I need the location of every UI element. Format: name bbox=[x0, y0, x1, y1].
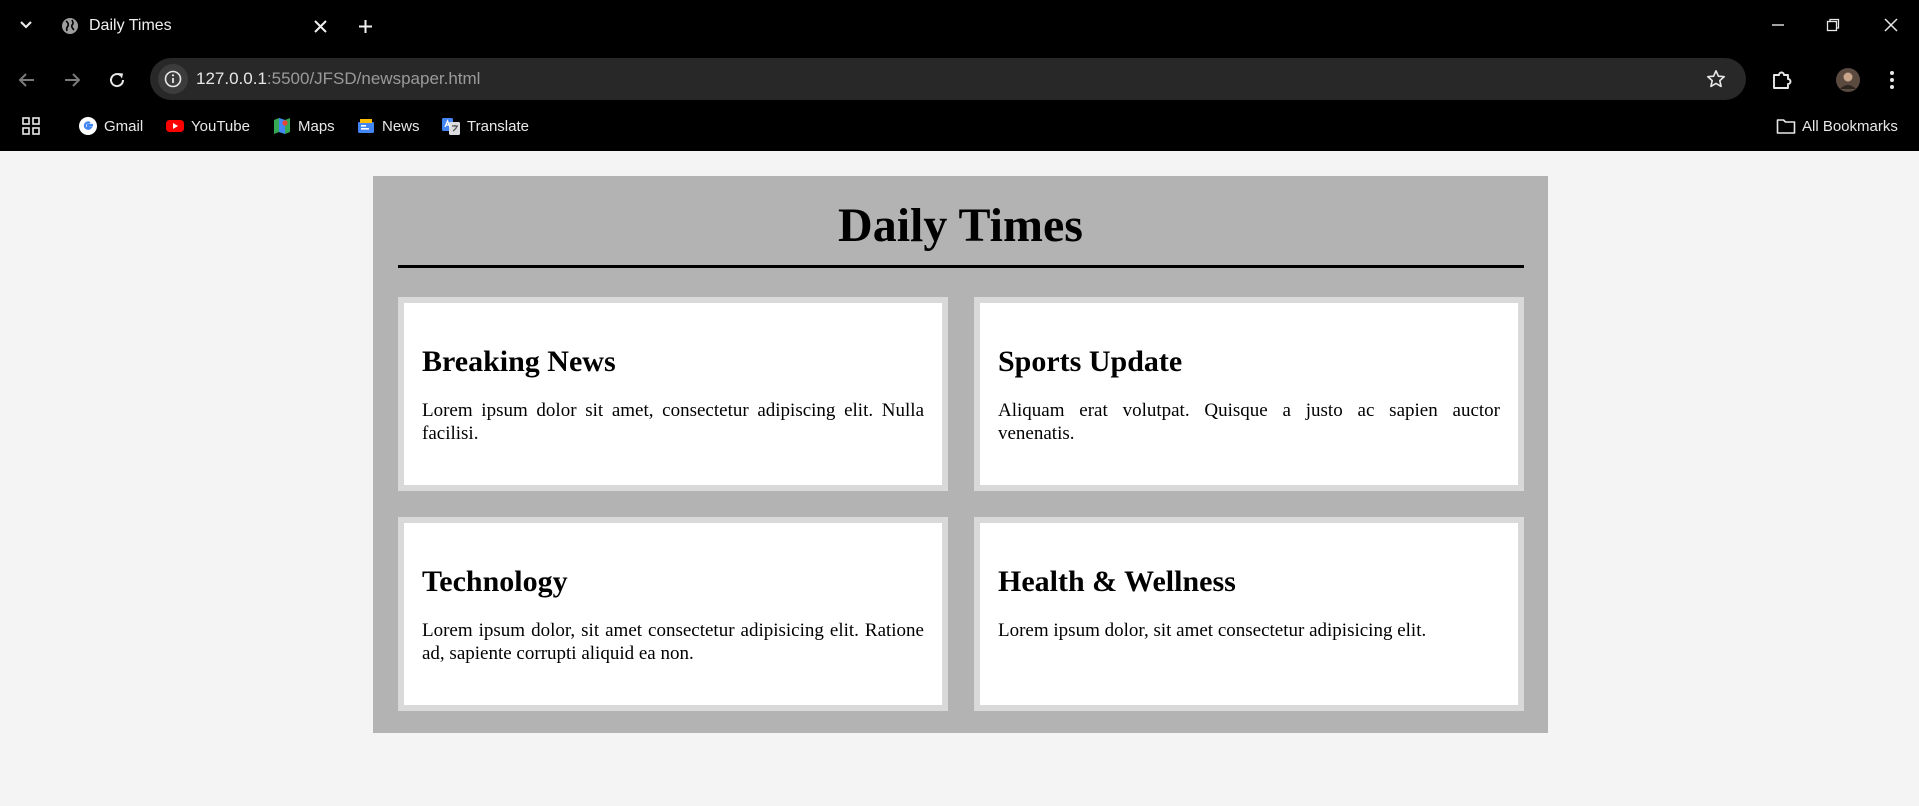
bookmark-maps[interactable]: Maps bbox=[272, 115, 335, 137]
profile-button[interactable] bbox=[1833, 65, 1863, 95]
tab-daily-times[interactable]: Daily Times bbox=[48, 6, 340, 46]
article-heading: Breaking News bbox=[422, 345, 616, 378]
folder-icon bbox=[1776, 116, 1796, 136]
bookmark-star-button[interactable] bbox=[1704, 67, 1728, 91]
bookmark-translate[interactable]: Translate bbox=[441, 115, 529, 137]
avatar bbox=[1836, 68, 1860, 92]
article-body: Lorem ipsum dolor, sit amet consectetur … bbox=[998, 620, 1427, 641]
restore-icon bbox=[1826, 18, 1840, 32]
reload-button[interactable] bbox=[102, 65, 132, 95]
chevron-down-icon bbox=[20, 21, 32, 29]
gmail-icon bbox=[78, 116, 98, 136]
apps-button[interactable] bbox=[22, 115, 40, 137]
newspaper-container: Daily Times Breaking News Lorem ipsum do… bbox=[373, 176, 1548, 733]
minimize-button[interactable] bbox=[1763, 10, 1793, 40]
article-heading: Technology bbox=[422, 565, 568, 598]
article-body: Aliquam erat volutpat. Quisque a justo a… bbox=[998, 400, 1500, 444]
page-viewport: Daily Times Breaking News Lorem ipsum do… bbox=[0, 151, 1919, 806]
bookmark-youtube[interactable]: YouTube bbox=[165, 115, 250, 137]
info-icon bbox=[164, 70, 182, 88]
article-card: Breaking News Lorem ipsum dolor sit amet… bbox=[398, 297, 948, 491]
all-bookmarks-label: All Bookmarks bbox=[1802, 117, 1898, 135]
article-body: Lorem ipsum dolor, sit amet consectetur … bbox=[422, 620, 924, 664]
navigation-bar: 127.0.0.1:5500/JFSD/newspaper.html bbox=[0, 55, 1919, 103]
minimize-icon bbox=[1772, 24, 1784, 26]
arrow-right-icon bbox=[65, 73, 81, 87]
more-vertical-icon bbox=[1890, 71, 1894, 89]
translate-icon bbox=[441, 116, 461, 136]
globe-icon bbox=[62, 18, 78, 34]
url-host: 127.0.0.1 bbox=[196, 69, 267, 88]
close-icon bbox=[1884, 18, 1898, 32]
bookmark-news[interactable]: News bbox=[356, 115, 420, 137]
article-card: Technology Lorem ipsum dolor, sit amet c… bbox=[398, 517, 948, 711]
site-info-button[interactable] bbox=[158, 64, 188, 94]
star-icon bbox=[1707, 70, 1725, 88]
all-bookmarks-button[interactable]: All Bookmarks bbox=[1776, 115, 1898, 137]
title-divider bbox=[398, 265, 1524, 268]
url-path: :5500/JFSD/newspaper.html bbox=[266, 69, 481, 88]
youtube-icon bbox=[165, 116, 185, 136]
article-heading: Sports Update bbox=[998, 345, 1183, 378]
url-text: 127.0.0.1:5500/JFSD/newspaper.html bbox=[196, 69, 480, 89]
tab-title: Daily Times bbox=[89, 17, 172, 34]
tab-strip: Daily Times bbox=[0, 0, 1919, 50]
bookmark-label: Maps bbox=[298, 117, 335, 135]
tab-search-button[interactable] bbox=[14, 13, 38, 37]
article-card: Health & Wellness Lorem ipsum dolor, sit… bbox=[974, 517, 1524, 711]
bookmark-label: News bbox=[382, 117, 420, 135]
browser-chrome: Daily Times 127.0.0.1:5500/JFSD/newspape… bbox=[0, 0, 1919, 151]
restore-button[interactable] bbox=[1818, 10, 1848, 40]
article-body: Lorem ipsum dolor sit amet, consectetur … bbox=[422, 400, 924, 444]
back-button[interactable] bbox=[12, 65, 42, 95]
puzzle-icon bbox=[1773, 71, 1792, 89]
extensions-button[interactable] bbox=[1767, 65, 1797, 95]
forward-button[interactable] bbox=[57, 65, 87, 95]
article-heading: Health & Wellness bbox=[998, 565, 1236, 598]
bookmarks-bar: Gmail YouTube Maps News Translate All Bo… bbox=[0, 109, 1919, 143]
bookmark-gmail[interactable]: Gmail bbox=[78, 115, 143, 137]
bookmark-label: YouTube bbox=[191, 117, 250, 135]
reload-icon bbox=[110, 73, 125, 88]
close-tab-button[interactable] bbox=[308, 14, 332, 38]
apps-grid-icon bbox=[22, 117, 40, 135]
close-window-button[interactable] bbox=[1876, 10, 1906, 40]
article-card: Sports Update Aliquam erat volutpat. Qui… bbox=[974, 297, 1524, 491]
bookmark-label: Translate bbox=[467, 117, 529, 135]
close-icon bbox=[313, 19, 327, 33]
maps-icon bbox=[272, 116, 292, 136]
news-icon bbox=[356, 116, 376, 136]
plus-icon bbox=[358, 19, 372, 33]
address-bar[interactable]: 127.0.0.1:5500/JFSD/newspaper.html bbox=[150, 58, 1746, 100]
menu-button[interactable] bbox=[1877, 65, 1907, 95]
arrow-left-icon bbox=[18, 73, 34, 87]
page-title: Daily Times bbox=[838, 199, 1083, 252]
new-tab-button[interactable] bbox=[352, 13, 378, 39]
bookmark-label: Gmail bbox=[104, 117, 144, 135]
